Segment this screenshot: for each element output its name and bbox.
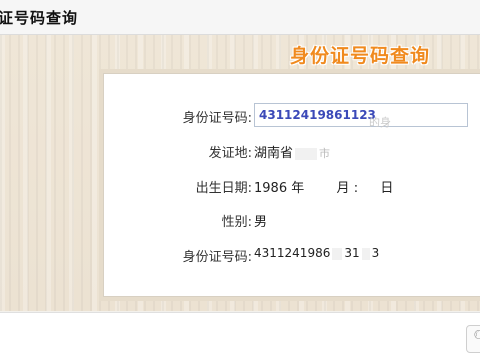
birth-separator: : (353, 181, 359, 196)
result-id-value: 4311241986 31 3 (254, 246, 379, 260)
birth-month-unit: 月 (336, 181, 350, 196)
search-icon: 🔍︎ (473, 330, 480, 345)
origin-province: 湖南省 (254, 146, 294, 161)
id-number-input[interactable] (254, 103, 468, 127)
origin-value: 湖南省 市 (254, 142, 330, 161)
redacted-block (332, 247, 343, 260)
birth-label: 出生日期: (195, 181, 252, 196)
redacted-block (295, 147, 318, 160)
origin-label: 发证地: (208, 146, 252, 161)
result-id-label: 身份证号码: (182, 250, 252, 265)
title-bar: 证号码查询 (0, 0, 480, 35)
redacted-block (361, 247, 370, 260)
birth-day-unit: 日 (380, 181, 394, 196)
birth-year: 1986 (254, 181, 288, 196)
result-id-prefix: 4311241986 (254, 246, 331, 260)
origin-row: 发证地: 湖南省 市 (104, 138, 480, 164)
input-ghost-text: 的身 (369, 116, 391, 129)
birth-row: 出生日期: 1986 年 月 : 日 (104, 173, 480, 199)
birth-year-unit: 年 (291, 181, 305, 196)
id-input-label: 身份证号码: (182, 111, 252, 126)
origin-fragment: 市 (319, 147, 331, 160)
gender-value: 男 (254, 215, 268, 230)
bottom-bar: 🔍︎ (0, 312, 480, 361)
bottom-search-button[interactable]: 🔍︎ (466, 325, 480, 353)
result-id-tail-a: 31 (344, 246, 360, 260)
page-title: 证号码查询 (0, 9, 79, 27)
lookup-card: 身份证号码: 的身 发证地: 湖南省 市 出生日期: 1986 年 月 : 日 性… (103, 73, 480, 297)
gender-label: 性别: (221, 215, 252, 230)
gender-row: 性别: 男 (104, 207, 480, 233)
banner-heading: 身份证号码查询 (290, 45, 431, 67)
birth-value: 1986 年 月 : 日 (254, 177, 393, 196)
result-id-tail-b: 3 (371, 246, 380, 260)
result-id-row: 身份证号码: 4311241986 31 3 (104, 242, 480, 268)
